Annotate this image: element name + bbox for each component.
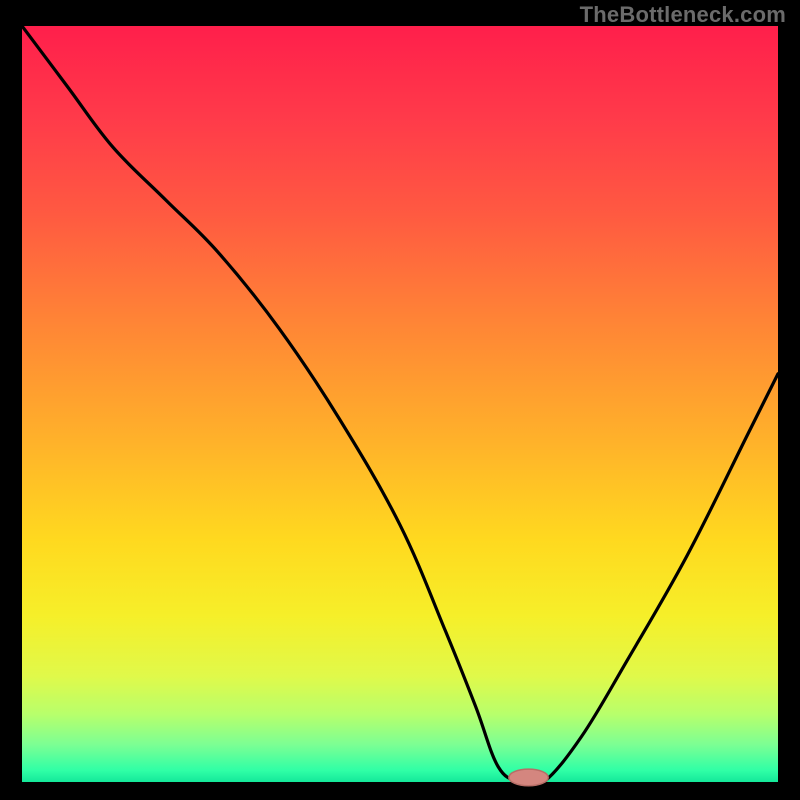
bottleneck-chart [0, 0, 800, 800]
chart-frame: { "watermark": "TheBottleneck.com", "col… [0, 0, 800, 800]
plot-background-gradient [22, 26, 778, 782]
optimal-point-marker [509, 769, 548, 786]
watermark-text: TheBottleneck.com [580, 2, 786, 28]
